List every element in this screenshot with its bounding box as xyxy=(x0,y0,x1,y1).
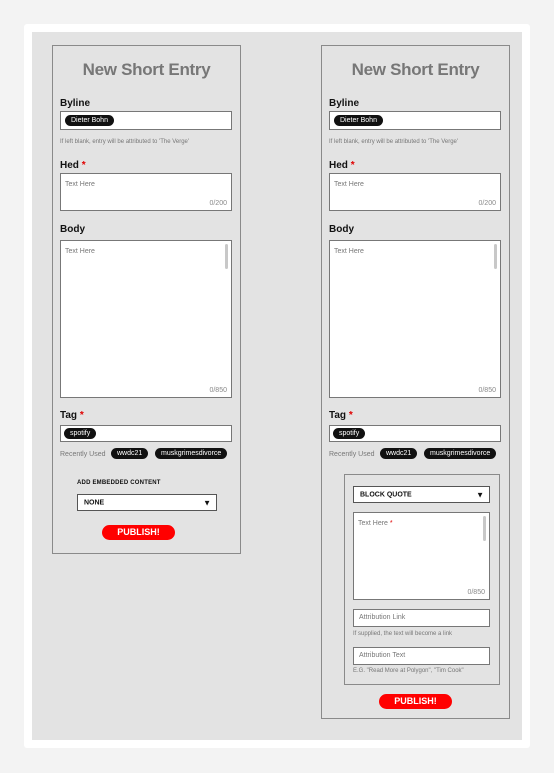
dropdown-arrow-icon: ▼ xyxy=(203,498,211,507)
dropdown-arrow-icon: ▼ xyxy=(476,490,484,499)
hed-placeholder: Text Here xyxy=(334,181,364,188)
recently-used-label: Recently Used xyxy=(329,451,375,458)
form-title: New Short Entry xyxy=(82,60,211,79)
byline-label: Byline xyxy=(329,98,360,109)
attribution-text-input[interactable]: Attribution Text xyxy=(353,647,490,665)
byline-input[interactable]: Dieter Bohn xyxy=(60,111,232,130)
body-label: Body xyxy=(60,224,85,235)
required-mark: * xyxy=(81,160,86,171)
hed-input[interactable]: Text Here 0/200 xyxy=(329,173,501,211)
embed-select[interactable]: NONE ▼ xyxy=(77,494,217,511)
embed-select-value: BLOCK QUOTE xyxy=(360,491,412,498)
hed-input[interactable]: Text Here 0/200 xyxy=(60,173,232,211)
attribution-link-help: If supplied, the text will become a link xyxy=(353,631,453,637)
hed-placeholder: Text Here xyxy=(65,181,95,188)
recent-tag-muskgrimesdivorce[interactable]: muskgrimesdivorce xyxy=(424,448,497,459)
byline-help: If left blank, entry will be attributed … xyxy=(60,139,190,145)
publish-button[interactable]: PUBLISH! xyxy=(102,525,175,540)
byline-chip[interactable]: Dieter Bohn xyxy=(334,115,383,126)
quote-placeholder: Text Here * xyxy=(358,520,393,527)
right-entry-form: New Short Entry Byline Dieter Bohn If le… xyxy=(321,45,510,719)
hed-counter: 0/200 xyxy=(209,200,227,207)
tag-label: Tag * xyxy=(329,410,353,421)
form-title: New Short Entry xyxy=(351,60,480,79)
tag-input[interactable]: spotify xyxy=(329,425,501,442)
attribution-text-help: E.G. "Read More at Polygon", "Tim Cook" xyxy=(353,668,464,674)
byline-help: If left blank, entry will be attributed … xyxy=(329,139,459,145)
quote-input[interactable]: Text Here * 0/850 xyxy=(353,512,490,600)
byline-label: Byline xyxy=(60,98,91,109)
attribution-link-input[interactable]: Attribution Link xyxy=(353,609,490,627)
canvas: New Short Entry Byline Dieter Bohn If le… xyxy=(32,32,522,740)
tag-label: Tag * xyxy=(60,410,84,421)
body-input[interactable]: Text Here 0/850 xyxy=(60,240,232,398)
hed-label-text: Hed xyxy=(60,160,79,171)
byline-input[interactable]: Dieter Bohn xyxy=(329,111,501,130)
body-placeholder: Text Here xyxy=(334,248,364,255)
hed-counter: 0/200 xyxy=(478,200,496,207)
hed-label: Hed * xyxy=(329,160,355,171)
attribution-link-placeholder: Attribution Link xyxy=(359,614,406,621)
body-input[interactable]: Text Here 0/850 xyxy=(329,240,501,398)
hed-label-text: Hed xyxy=(329,160,348,171)
body-scrollbar[interactable] xyxy=(494,244,497,269)
quote-counter: 0/850 xyxy=(467,589,485,596)
required-mark: * xyxy=(389,520,393,527)
publish-button[interactable]: PUBLISH! xyxy=(379,694,452,709)
quote-placeholder-text: Text Here xyxy=(358,520,388,527)
tag-chip[interactable]: spotify xyxy=(64,428,97,439)
hed-label: Hed * xyxy=(60,160,86,171)
attribution-text-placeholder: Attribution Text xyxy=(359,652,406,659)
embed-label: ADD EMBEDDED CONTENT xyxy=(77,480,161,486)
body-placeholder: Text Here xyxy=(65,248,95,255)
required-mark: * xyxy=(350,160,355,171)
body-counter: 0/850 xyxy=(209,387,227,394)
embedded-content-panel: BLOCK QUOTE ▼ Text Here * 0/850 Attribut… xyxy=(344,474,500,685)
tag-label-text: Tag xyxy=(60,410,78,421)
recent-tag-muskgrimesdivorce[interactable]: muskgrimesdivorce xyxy=(155,448,228,459)
tag-input[interactable]: spotify xyxy=(60,425,232,442)
tag-chip[interactable]: spotify xyxy=(333,428,366,439)
byline-chip[interactable]: Dieter Bohn xyxy=(65,115,114,126)
required-mark: * xyxy=(348,410,353,421)
quote-scrollbar[interactable] xyxy=(483,516,486,541)
body-scrollbar[interactable] xyxy=(225,244,228,269)
recent-tag-wwdc21[interactable]: wwdc21 xyxy=(111,448,149,459)
embed-select-value: NONE xyxy=(84,499,105,506)
recently-used-label: Recently Used xyxy=(60,451,106,458)
body-label: Body xyxy=(329,224,354,235)
required-mark: * xyxy=(79,410,84,421)
body-counter: 0/850 xyxy=(478,387,496,394)
embed-select[interactable]: BLOCK QUOTE ▼ xyxy=(353,486,490,503)
left-entry-form: New Short Entry Byline Dieter Bohn If le… xyxy=(52,45,241,554)
tag-label-text: Tag xyxy=(329,410,347,421)
recent-tag-wwdc21[interactable]: wwdc21 xyxy=(380,448,418,459)
